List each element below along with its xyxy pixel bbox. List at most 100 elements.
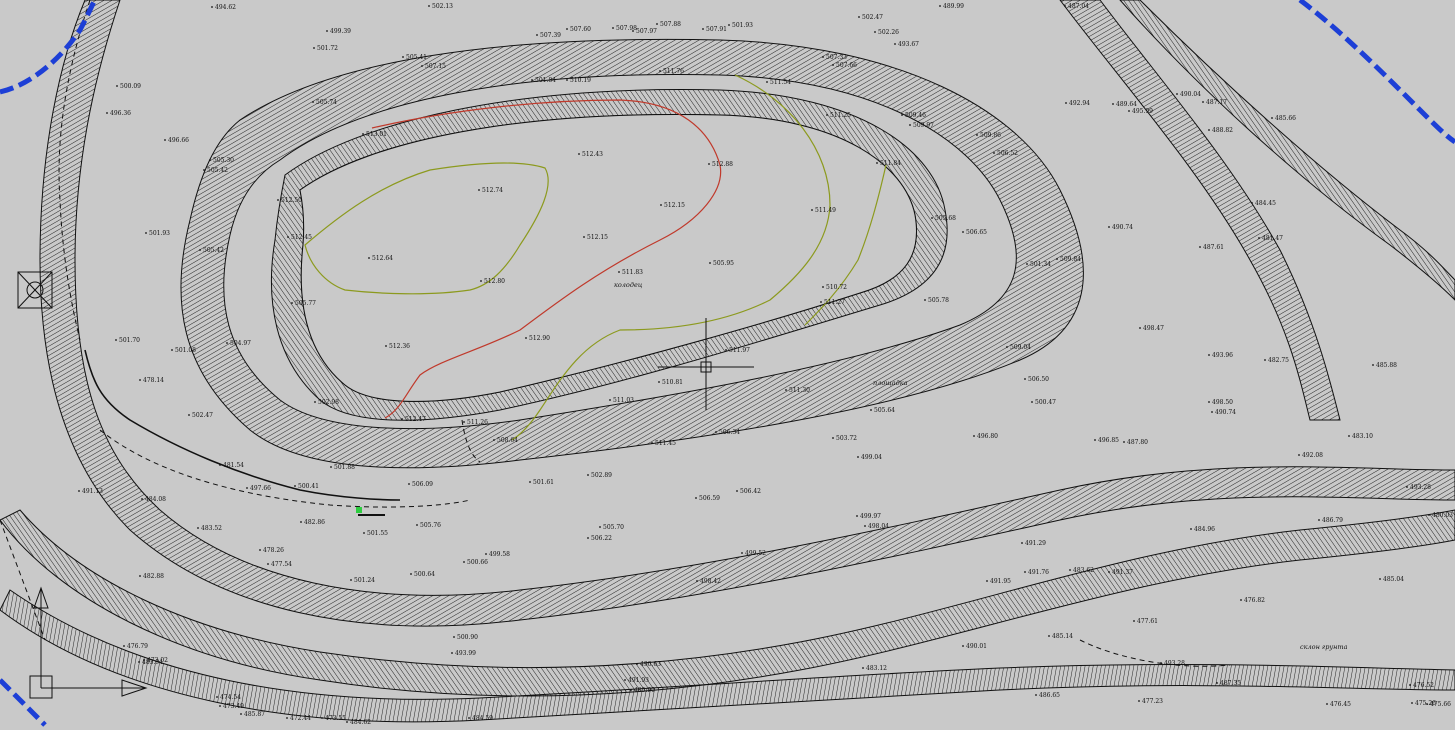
elevation-point — [858, 16, 860, 18]
elevation-label: 509.46 — [905, 112, 926, 119]
elevation-point — [402, 56, 404, 58]
elevation-point — [1411, 702, 1413, 704]
elevation-label: 477.61 — [1137, 618, 1158, 625]
elevation-label: 512.45 — [291, 234, 312, 241]
elevation-point — [1112, 103, 1114, 105]
elevation-point — [702, 28, 704, 30]
elevation-label: 499.97 — [860, 513, 881, 520]
elevation-label: 490.01 — [966, 643, 987, 650]
elevation-point — [485, 553, 487, 555]
elevation-label: 499.39 — [330, 28, 351, 35]
elevation-label: 505.42 — [207, 167, 228, 174]
elevation-label: 506.34 — [719, 429, 740, 436]
elevation-label: 505.70 — [603, 524, 624, 531]
elevation-label: 476.45 — [1330, 701, 1351, 708]
elevation-label: 502.89 — [591, 472, 612, 479]
elevation-point — [1021, 542, 1023, 544]
elevation-label: 491.13 — [82, 488, 103, 495]
topographic-map[interactable]: колодец площадка склон грунта 494.62 502.… — [0, 0, 1455, 730]
elevation-point — [1216, 682, 1218, 684]
elevation-point — [401, 418, 403, 420]
elevation-point — [1271, 117, 1273, 119]
elevation-label: 481.54 — [223, 462, 244, 469]
elevation-label: 510.81 — [662, 379, 683, 386]
elevation-point — [493, 439, 495, 441]
elevation-point — [862, 667, 864, 669]
elevation-label: 505.78 — [928, 297, 949, 304]
elevation-label: 511.54 — [770, 79, 791, 86]
elevation-point — [820, 301, 822, 303]
elevation-point — [1406, 486, 1408, 488]
elevation-point — [826, 114, 828, 116]
elevation-point — [300, 521, 302, 523]
elevation-label: 489.99 — [943, 3, 964, 10]
elevation-label: 487.04 — [1068, 3, 1089, 10]
elevation-point — [618, 271, 620, 273]
elevation-label: 507.91 — [706, 26, 727, 33]
elevation-label: 476.79 — [127, 643, 148, 650]
elevation-label: 502.98 — [318, 399, 339, 406]
elevation-label: 498.47 — [1143, 325, 1164, 332]
elevation-label: 483.12 — [866, 665, 887, 672]
elevation-label: 501.34 — [1030, 261, 1051, 268]
elevation-point — [1035, 694, 1037, 696]
elevation-label: 493.96 — [1212, 352, 1233, 359]
elevation-point — [1108, 571, 1110, 573]
elevation-label: 509.84 — [1060, 256, 1081, 263]
elevation-label: 485.90 — [634, 687, 655, 694]
elevation-point — [106, 112, 108, 114]
elevation-label: 501.72 — [317, 45, 338, 52]
elevation-point — [326, 30, 328, 32]
elevation-point — [141, 498, 143, 500]
elevation-label: 493.28 — [1164, 660, 1185, 667]
elevation-point — [1128, 110, 1130, 112]
elevation-label: 490.74 — [1215, 409, 1236, 416]
elevation-label: 511.25 — [830, 112, 851, 119]
elevation-point — [139, 379, 141, 381]
elevation-point — [583, 236, 585, 238]
elevation-label: 511.97 — [729, 347, 750, 354]
elevation-point — [632, 30, 634, 32]
elevation-point — [566, 28, 568, 30]
elevation-label: 485.14 — [1052, 633, 1073, 640]
elevation-label: 512.50 — [281, 197, 302, 204]
elevation-point — [1251, 202, 1253, 204]
elevation-label: 487.80 — [1127, 439, 1148, 446]
elevation-point — [188, 414, 190, 416]
elevation-label: 507.33 — [826, 54, 847, 61]
elevation-point — [1298, 454, 1300, 456]
elevation-point — [864, 525, 866, 527]
elevation-point — [656, 23, 658, 25]
elevation-label: 505.64 — [874, 407, 895, 414]
elevation-label: 511.03 — [613, 397, 634, 404]
elevation-label: 501.93 — [149, 230, 170, 237]
elevation-label: 483.10 — [1352, 433, 1373, 440]
elevation-label: 473.02 — [147, 657, 168, 664]
elevation-label: 495.99 — [1132, 108, 1153, 115]
annotation-slope: склон грунта — [1300, 643, 1348, 651]
elevation-label: 476.82 — [1244, 597, 1265, 604]
elevation-point — [962, 231, 964, 233]
elevation-label: 487.17 — [1206, 99, 1227, 106]
elevation-point — [480, 280, 482, 282]
elevation-point — [870, 409, 872, 411]
elevation-point — [832, 64, 834, 66]
elevation-point — [695, 497, 697, 499]
elevation-label: 478.14 — [143, 377, 164, 384]
elevation-label: 484.96 — [1194, 526, 1215, 533]
elevation-label: 504.97 — [230, 340, 251, 347]
elevation-point — [587, 474, 589, 476]
elevation-label: 500.66 — [467, 559, 488, 566]
elevation-label: 511.83 — [622, 269, 643, 276]
elevation-point — [708, 163, 710, 165]
elevation-label: 512.88 — [712, 161, 733, 168]
elevation-label: 482.88 — [143, 573, 164, 580]
elevation-point — [876, 162, 878, 164]
elevation-label: 512.15 — [664, 202, 685, 209]
elevation-point — [291, 302, 293, 304]
elevation-point — [259, 549, 261, 551]
elevation-point — [578, 153, 580, 155]
elevation-label: 507.97 — [636, 28, 657, 35]
elevation-point — [658, 381, 660, 383]
elevation-label: 485.87 — [244, 711, 265, 718]
